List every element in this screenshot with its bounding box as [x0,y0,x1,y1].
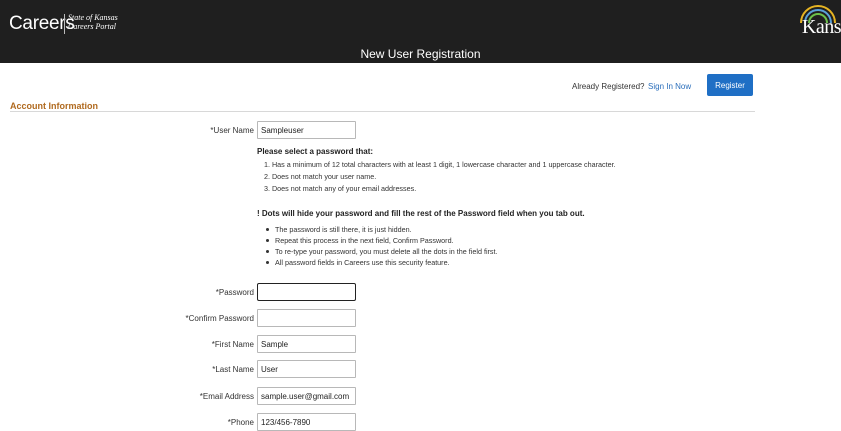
last-name-label: *Last Name [212,365,254,374]
username-label: *User Name [210,126,254,135]
dots-notice-item: Repeat this process in the next field, C… [275,236,454,245]
first-name-label: *First Name [211,340,254,349]
already-registered-text: Already Registered? [572,82,645,91]
register-button[interactable]: Register [707,74,753,96]
portal-subtitle: State of Kansas Careers Portal [68,13,118,31]
bullet-icon [266,228,269,231]
last-name-input[interactable] [257,360,356,378]
portal-subtitle-line1: State of Kansas [68,13,118,22]
dots-notice-item: The password is still there, it is just … [275,225,412,234]
bullet-icon [266,261,269,264]
page-title: New User Registration [360,47,481,61]
phone-label: *Phone [227,418,254,427]
kansas-brand: Kans [801,16,841,38]
section-title: Account Information [10,101,98,111]
confirm-password-input[interactable] [257,309,356,327]
password-rule-item: 3. Does not match any of your email addr… [264,184,417,193]
bullet-icon [266,239,269,242]
email-input[interactable] [257,387,356,405]
sign-in-link[interactable]: Sign In Now [648,82,691,91]
password-rule-item: 2. Does not match your user name. [264,172,377,181]
username-input[interactable] [257,121,356,139]
password-rule-item: 1. Has a minimum of 12 total characters … [264,160,616,169]
registration-bar: Already Registered? Sign In Now Register [0,71,841,101]
phone-input[interactable] [257,413,356,431]
password-rules-heading: Please select a password that: [257,147,374,156]
email-label: *Email Address [199,392,254,401]
dots-notice-item: To re-type your password, you must delet… [275,247,498,256]
password-input[interactable] [257,283,356,301]
portal-subtitle-line2: Careers Portal [68,22,116,31]
confirm-password-label: *Confirm Password [185,314,254,323]
top-header: Careers State of Kansas Careers Portal K… [0,0,841,63]
dots-notice-item: All password fields in Careers use this … [275,258,450,267]
first-name-input[interactable] [257,335,356,353]
dots-notice-heading: ! Dots will hide your password and fill … [257,209,585,218]
bullet-icon [266,250,269,253]
logo-divider [64,14,65,34]
section-divider [10,111,755,112]
password-label: *Password [215,288,254,297]
